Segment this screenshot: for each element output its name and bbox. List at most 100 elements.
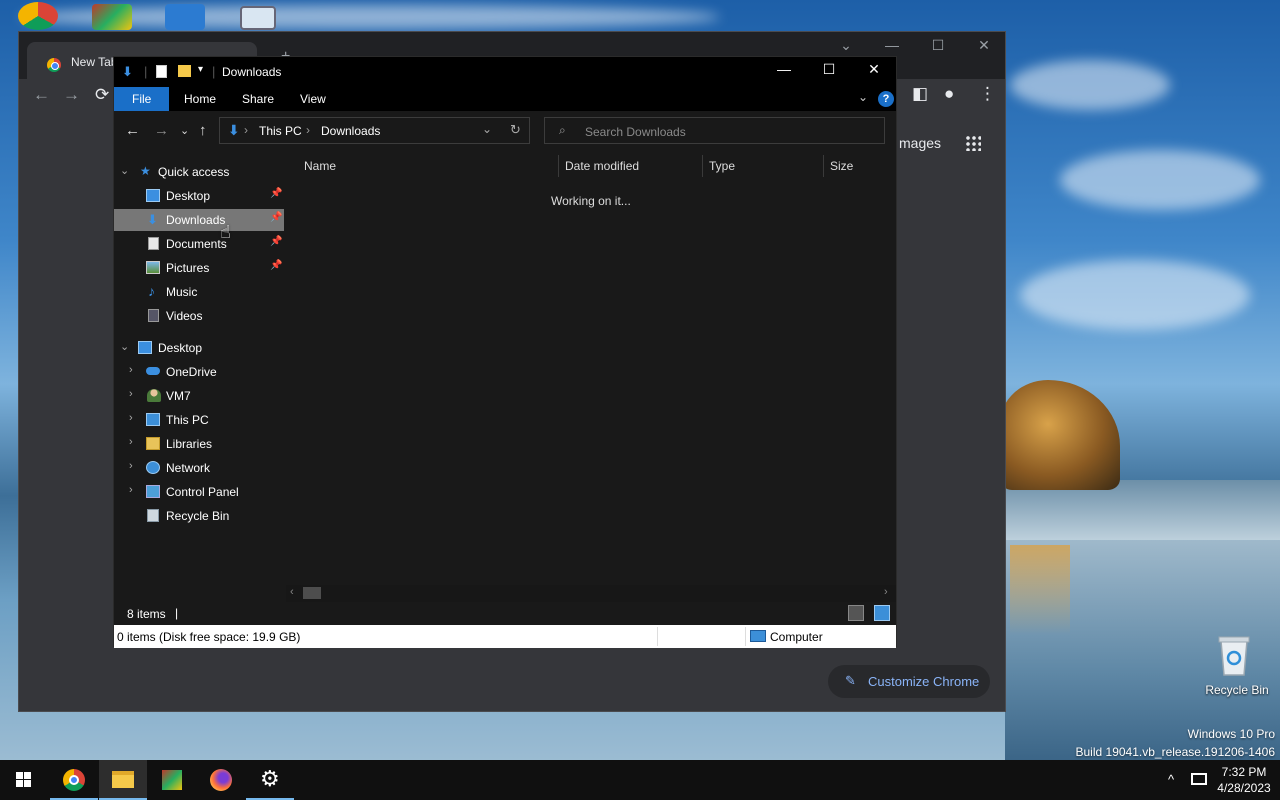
nav-item-pictures[interactable]: Pictures 📌 [114, 257, 284, 279]
column-size[interactable]: Size [830, 159, 853, 173]
chevron-right-icon[interactable]: › [129, 412, 133, 424]
chrome-close-button[interactable]: ✕ [969, 37, 999, 54]
clock-time: 7:32 PM [1221, 765, 1267, 779]
column-type[interactable]: Type [709, 159, 735, 173]
expand-arrow-icon[interactable]: ⌄ [120, 164, 129, 177]
address-dropdown-icon[interactable]: ⌄ [482, 122, 492, 136]
profile-icon[interactable]: ● [944, 84, 954, 104]
nav-item-documents[interactable]: Documents 📌 [114, 233, 284, 255]
properties-icon[interactable] [156, 65, 167, 78]
recent-locations-icon[interactable]: ⌄ [180, 124, 189, 137]
chrome-menu-icon[interactable]: ⋮ [979, 84, 996, 104]
customize-chrome-button[interactable]: ✎ Customize Chrome [828, 665, 990, 698]
column-name[interactable]: Name [304, 159, 336, 173]
help-icon[interactable]: ? [878, 91, 894, 107]
expand-ribbon-icon[interactable]: ⌄ [858, 90, 868, 104]
taskbar-winrar[interactable] [148, 760, 196, 800]
nav-item-recycle-bin[interactable]: Recycle Bin [114, 505, 284, 527]
expand-arrow-icon[interactable]: ⌄ [120, 340, 129, 353]
close-button[interactable]: ✕ [851, 61, 897, 78]
nav-desktop-root[interactable]: ⌄ Desktop [114, 337, 284, 359]
search-box[interactable]: ⌕ Search Downloads [544, 117, 885, 144]
explorer-title-bar: ⬇ | ▾ | Downloads — ☐ ✕ [114, 57, 896, 87]
reload-icon[interactable]: ⟳ [95, 85, 109, 105]
scrollbar-thumb[interactable] [303, 587, 321, 599]
file-explorer-window: ⬇ | ▾ | Downloads — ☐ ✕ File Home Share … [113, 56, 897, 648]
network-icon [146, 461, 160, 474]
side-panel-icon[interactable]: ◧ [912, 84, 928, 104]
recycle-bin-desktop-icon[interactable] [1215, 633, 1253, 677]
nav-label: Desktop [166, 189, 211, 203]
forward-icon[interactable]: → [63, 85, 80, 105]
nav-item-control-panel[interactable]: › Control Panel [114, 481, 284, 503]
back-icon[interactable]: ← [125, 122, 140, 139]
chevron-right-icon[interactable]: › [129, 436, 133, 448]
app-desktop-icon[interactable] [165, 4, 205, 30]
details-view-icon[interactable] [848, 605, 864, 621]
taskbar-settings[interactable]: ⚙ [246, 760, 294, 800]
cliff [1000, 380, 1120, 490]
chevron-right-icon[interactable]: › [129, 388, 133, 400]
nav-item-libraries[interactable]: › Libraries [114, 433, 284, 455]
nav-label: Recycle Bin [166, 509, 230, 523]
display-desktop-icon[interactable] [240, 6, 276, 30]
scroll-right-icon[interactable]: › [884, 586, 888, 598]
customize-qat-icon[interactable]: ▾ [198, 64, 203, 75]
nav-item-this-pc[interactable]: › This PC [114, 409, 284, 431]
taskbar-chrome[interactable] [50, 760, 98, 800]
recycle-bin-icon [147, 509, 159, 522]
minimize-button[interactable]: — [761, 61, 807, 77]
nav-label: Pictures [166, 261, 210, 275]
winrar-desktop-icon[interactable] [92, 4, 132, 30]
network-tray-icon[interactable] [1191, 773, 1207, 785]
up-icon[interactable]: ↑ [199, 122, 207, 139]
nav-item-desktop[interactable]: Desktop 📌 [114, 185, 284, 207]
nav-quick-access[interactable]: ⌄ ★ Quick access [114, 161, 284, 183]
pin-icon: 📌 [270, 260, 283, 271]
start-button[interactable] [0, 760, 48, 800]
chrome-desktop-icon[interactable] [18, 2, 58, 30]
maximize-button[interactable]: ☐ [806, 61, 852, 78]
scroll-left-icon[interactable]: ‹ [290, 586, 294, 598]
breadcrumb-separator: › [306, 123, 310, 137]
nav-item-videos[interactable]: Videos [114, 305, 284, 327]
chevron-right-icon[interactable]: › [129, 460, 133, 472]
images-link[interactable]: mages [899, 135, 941, 151]
taskbar-file-explorer[interactable] [99, 760, 147, 800]
chrome-maximize-button[interactable]: ☐ [923, 37, 953, 54]
taskbar-firefox[interactable] [197, 760, 245, 800]
tab-view[interactable]: View [300, 92, 326, 106]
column-divider[interactable] [702, 155, 703, 177]
tab-search-button[interactable]: ⌄ [831, 37, 861, 54]
breadcrumb-downloads[interactable]: Downloads [321, 124, 380, 138]
chevron-right-icon[interactable]: › [129, 484, 133, 496]
show-hidden-icons-button[interactable]: ^ [1168, 772, 1174, 787]
chevron-right-icon[interactable]: › [129, 364, 133, 376]
large-icons-view-icon[interactable] [874, 605, 890, 621]
column-divider[interactable] [823, 155, 824, 177]
column-date-modified[interactable]: Date modified [565, 159, 639, 173]
nav-item-vm7[interactable]: › VM7 [114, 385, 284, 407]
refresh-icon[interactable]: ↻ [510, 122, 521, 138]
nav-item-music[interactable]: ♪ Music [114, 281, 284, 303]
back-icon[interactable]: ← [33, 85, 50, 105]
breadcrumb-this-pc[interactable]: This PC [259, 124, 302, 138]
clock[interactable]: 7:32 PM 4/28/2023 [1210, 764, 1278, 796]
column-divider[interactable] [558, 155, 559, 177]
horizontal-scrollbar[interactable]: ‹ › [286, 585, 896, 602]
address-bar[interactable]: ⬇ › This PC › Downloads ⌄ ↻ [219, 117, 530, 144]
divider: | [212, 64, 216, 79]
clock-date: 4/28/2023 [1217, 781, 1271, 795]
google-apps-icon[interactable] [965, 135, 981, 151]
nav-item-network[interactable]: › Network [114, 457, 284, 479]
tab-file[interactable]: File [114, 87, 169, 111]
nav-item-downloads[interactable]: ⬇ Downloads 📌 [114, 209, 284, 231]
chrome-minimize-button[interactable]: — [877, 37, 907, 53]
search-icon: ⌕ [559, 123, 566, 137]
nav-item-onedrive[interactable]: › OneDrive [114, 361, 284, 383]
tab-share[interactable]: Share [242, 92, 274, 106]
new-folder-icon[interactable] [178, 65, 191, 77]
libraries-icon [146, 437, 160, 450]
tab-home[interactable]: Home [184, 92, 216, 106]
forward-icon[interactable]: → [154, 122, 169, 139]
